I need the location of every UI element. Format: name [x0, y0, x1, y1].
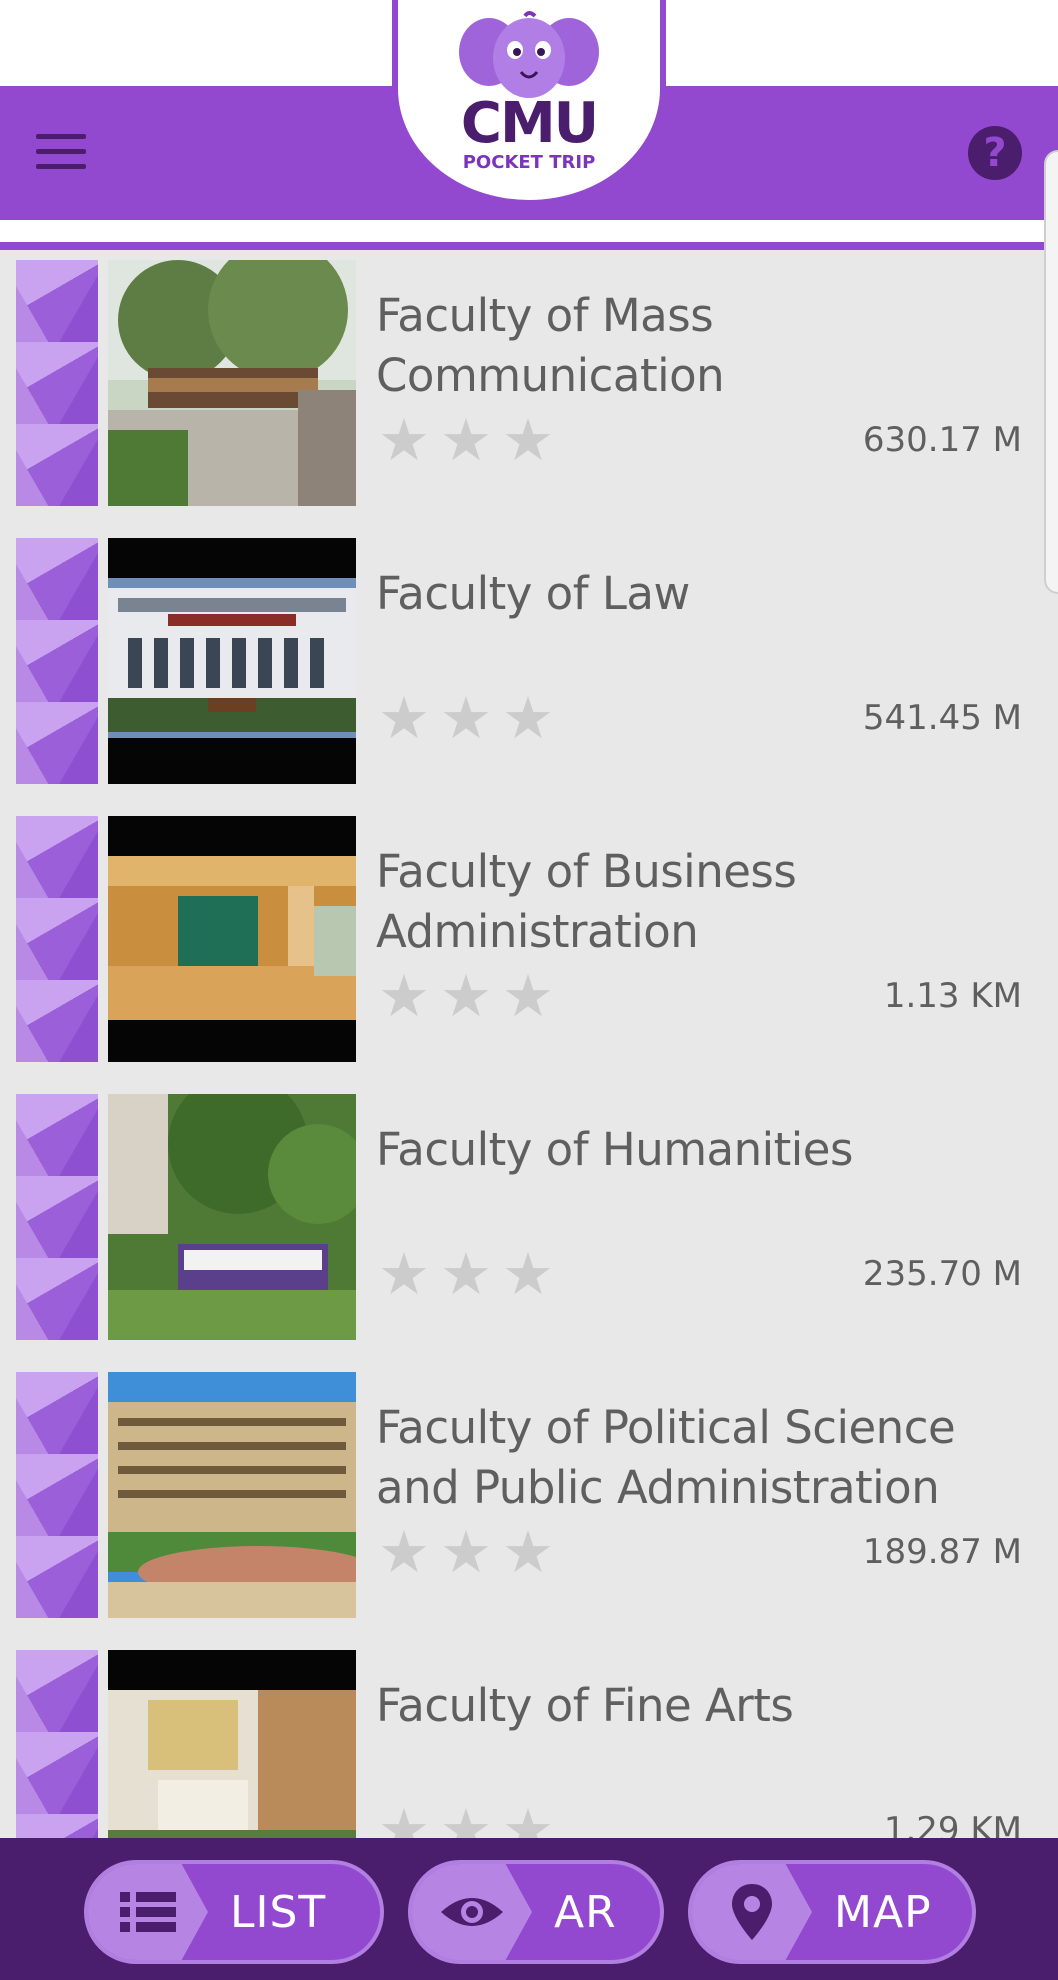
list-item[interactable]: Faculty of Mass Communication ★ ★ ★ 630.… — [0, 250, 1058, 528]
star-rating: ★ ★ ★ — [376, 1522, 556, 1582]
list-icon — [88, 1864, 208, 1960]
place-title: Faculty of Mass Communication — [376, 289, 725, 402]
star-icon: ★ — [378, 962, 430, 1030]
star-icon: ★ — [378, 684, 430, 752]
star-icon: ★ — [440, 1518, 492, 1586]
item-pattern-strip — [16, 260, 98, 506]
star-icon: ★ — [502, 1240, 554, 1308]
app-header: CMU POCKET TRIP ? — [0, 0, 1058, 250]
list-label: LIST — [230, 1886, 327, 1938]
star-icon: ★ — [502, 1796, 554, 1838]
list-item[interactable]: Faculty of Law ★ ★ ★ 541.45 M — [0, 528, 1058, 806]
star-icon: ★ — [440, 962, 492, 1030]
map-label: MAP — [834, 1886, 932, 1938]
item-pattern-strip — [16, 816, 98, 1062]
place-photo — [108, 816, 356, 1062]
star-rating: ★ ★ ★ — [376, 1244, 556, 1304]
place-distance: 541.45 M — [862, 698, 1022, 738]
item-pattern-strip — [16, 1650, 98, 1838]
logo-subtitle: POCKET TRIP — [462, 152, 596, 173]
star-rating: ★ ★ ★ — [376, 966, 556, 1026]
place-photo — [108, 1650, 356, 1838]
header-stripe — [0, 220, 1058, 250]
ar-view-button[interactable]: AR — [408, 1860, 664, 1964]
place-photo — [108, 260, 356, 506]
star-icon: ★ — [440, 684, 492, 752]
map-pin-icon — [692, 1864, 812, 1960]
star-icon: ★ — [378, 1518, 430, 1586]
map-view-button[interactable]: MAP — [688, 1860, 976, 1964]
bottom-navigation: LIST AR MAP — [0, 1838, 1058, 1980]
place-distance: 1.13 KM — [883, 976, 1022, 1016]
item-pattern-strip — [16, 1094, 98, 1340]
place-photo — [108, 538, 356, 784]
list-item[interactable]: Faculty of Fine Arts ★ ★ ★ 1.29 KM — [0, 1640, 1058, 1838]
star-icon: ★ — [502, 962, 554, 1030]
star-rating: ★ ★ ★ — [376, 410, 556, 470]
place-distance: 189.87 M — [862, 1532, 1022, 1572]
logo-title: CMU — [460, 91, 599, 156]
list-item[interactable]: Faculty of Business Administration ★ ★ ★… — [0, 806, 1058, 1084]
eye-icon — [412, 1864, 532, 1960]
star-icon: ★ — [440, 406, 492, 474]
star-icon: ★ — [378, 1240, 430, 1308]
place-photo — [108, 1372, 356, 1618]
star-icon: ★ — [440, 1240, 492, 1308]
place-title: Faculty of Law — [376, 567, 690, 620]
list-view-button[interactable]: LIST — [84, 1860, 384, 1964]
list-item[interactable]: Faculty of Political Science and Public … — [0, 1362, 1058, 1640]
place-distance: 235.70 M — [862, 1254, 1022, 1294]
star-rating: ★ ★ ★ — [376, 688, 556, 748]
place-distance: 630.17 M — [862, 420, 1022, 460]
place-distance: 1.29 KM — [883, 1810, 1022, 1838]
item-pattern-strip — [16, 1372, 98, 1618]
star-icon: ★ — [378, 1796, 430, 1838]
place-title: Faculty of Humanities — [376, 1123, 853, 1176]
star-icon: ★ — [502, 406, 554, 474]
place-photo — [108, 1094, 356, 1340]
star-icon: ★ — [440, 1796, 492, 1838]
star-icon: ★ — [502, 1518, 554, 1586]
places-list: Faculty of Mass Communication ★ ★ ★ 630.… — [0, 250, 1058, 1838]
place-title: Faculty of Political Science and Public … — [376, 1401, 956, 1514]
list-item[interactable]: Faculty of Humanities ★ ★ ★ 235.70 M — [0, 1084, 1058, 1362]
ar-label: AR — [554, 1886, 617, 1938]
star-icon: ★ — [502, 684, 554, 752]
place-title: Faculty of Business Administration — [376, 845, 797, 958]
star-icon: ★ — [378, 406, 430, 474]
place-title: Faculty of Fine Arts — [376, 1679, 794, 1732]
star-rating: ★ ★ ★ — [376, 1800, 556, 1838]
question-mark-icon[interactable]: ? — [968, 126, 1022, 180]
hamburger-menu-icon[interactable] — [36, 134, 86, 170]
item-pattern-strip — [16, 538, 98, 784]
